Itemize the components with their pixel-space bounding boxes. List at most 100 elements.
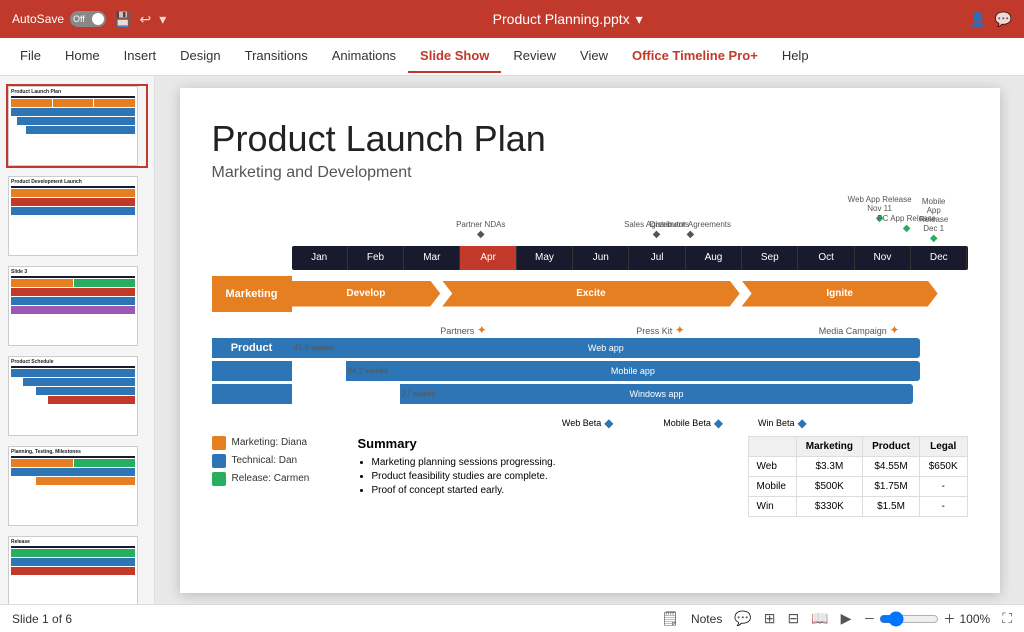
autosave-knob — [92, 13, 104, 25]
canvas-area[interactable]: Product Launch Plan Marketing and Develo… — [155, 76, 1024, 604]
comments-panel-icon[interactable]: 💬 — [734, 610, 751, 627]
summary-item-2: Product feasibility studies are complete… — [372, 471, 732, 482]
tab-officetimeline[interactable]: Office Timeline Pro+ — [620, 40, 770, 73]
dropdown-icon[interactable]: ▾ — [159, 11, 166, 28]
tab-insert[interactable]: Insert — [112, 40, 169, 73]
bottom-section: Marketing: Diana Technical: Dan Release:… — [212, 436, 968, 517]
tab-home[interactable]: Home — [53, 40, 112, 73]
filename-dropdown[interactable]: ▾ — [636, 11, 643, 28]
webapp-weeks: 45.6 weeks — [294, 343, 334, 352]
fit-to-window-icon[interactable]: ⛶ — [1002, 610, 1012, 627]
save-icon[interactable]: 💾 — [114, 11, 131, 28]
slideshow-icon[interactable]: ▶ — [841, 610, 852, 627]
autosave-area[interactable]: AutoSave Off — [12, 11, 106, 27]
annotation-mobileapp-release: Mobile App ReleaseDec 1 — [917, 197, 951, 244]
zoom-slider[interactable] — [879, 611, 939, 627]
slide-thumb-1[interactable]: 1 Product Launch Plan — [6, 84, 148, 168]
col-header-marketing: Marketing — [796, 436, 863, 456]
milestone-winbeta: Win Beta ◆ — [758, 416, 807, 430]
zoom-out-icon[interactable]: － — [863, 610, 875, 627]
notes-label[interactable]: Notes — [691, 612, 722, 626]
annotations-row: Partner NDAs Sales Agreements Distributo… — [292, 194, 968, 244]
share-icon[interactable]: 👤 — [969, 11, 986, 28]
milestone-mobilebeta: Mobile Beta ◆ — [663, 416, 723, 430]
row-web-marketing: $3.3M — [796, 456, 863, 476]
filename-label: Product Planning.pptx — [493, 11, 630, 27]
legend-release: Release: Carmen — [212, 472, 342, 486]
slide-thumb-4[interactable]: 4 Product Schedule — [6, 354, 148, 438]
notes-icon[interactable]: 🗒 — [661, 610, 679, 627]
month-feb: Feb — [348, 246, 404, 270]
comments-icon[interactable]: 💬 — [995, 11, 1012, 28]
zoom-in-icon[interactable]: ＋ — [943, 610, 955, 627]
timeline-container: Partner NDAs Sales Agreements Distributo… — [212, 194, 968, 426]
winapp-weeks: 27 weeks — [402, 389, 436, 398]
title-bar-icons: 👤 💬 — [969, 11, 1012, 28]
slide-thumb-6[interactable]: 6 Release — [6, 534, 148, 604]
product-label-area-3 — [212, 384, 292, 404]
legend-color-technical — [212, 454, 226, 468]
table-header-row: Marketing Product Legal — [748, 436, 967, 456]
legend-label-technical: Technical: Dan — [232, 455, 298, 466]
mobileapp-row: 34.2 weeks Mobile app — [212, 361, 968, 381]
row-win-product: $1.5M — [863, 496, 920, 516]
product-label-area-2 — [212, 361, 292, 381]
slide-thumb-5[interactable]: 5 Planning, Testing, Milestones — [6, 444, 148, 528]
product-label-2 — [212, 361, 292, 381]
legend-technical: Technical: Dan — [212, 454, 342, 468]
autosave-toggle[interactable]: Off — [70, 11, 106, 27]
slide-preview-4: Product Schedule — [8, 356, 138, 436]
month-jan: Jan — [292, 246, 348, 270]
tab-slideshow[interactable]: Slide Show — [408, 40, 501, 73]
normal-view-icon[interactable]: ⊞ — [764, 610, 776, 627]
marketing-milestones-row: Partners ✦ Press Kit ✦ Media Campaign ✦ — [292, 312, 968, 334]
slide-sorter-icon[interactable]: ⊟ — [788, 610, 800, 627]
tab-help[interactable]: Help — [770, 40, 821, 73]
slide-preview-6: Release — [8, 536, 138, 604]
bar-develop: Develop — [292, 281, 441, 307]
month-jul: Jul — [629, 246, 685, 270]
autosave-label: AutoSave — [12, 12, 64, 26]
presskit-icon: ✦ — [675, 323, 685, 337]
row-web-product: $4.55M — [863, 456, 920, 476]
annotation-distributor-agreements: Distributor Agreements — [650, 220, 731, 240]
mobileapp-bar-area: 34.2 weeks Mobile app — [292, 361, 968, 381]
tab-review[interactable]: Review — [501, 40, 568, 73]
tab-design[interactable]: Design — [168, 40, 232, 73]
month-mar: Mar — [404, 246, 460, 270]
row-label-web: Web — [748, 456, 796, 476]
webapp-row: Product 45.6 weeks Web app — [212, 338, 968, 358]
slide-preview-1: Product Launch Plan — [8, 86, 138, 166]
month-may: May — [517, 246, 573, 270]
slide-thumb-2[interactable]: 2 Product Development Launch — [6, 174, 148, 258]
product-section: Product 45.6 weeks Web app — [212, 338, 968, 426]
undo-icon[interactable]: ↩ — [139, 11, 151, 28]
col-header-product: Product — [863, 436, 920, 456]
legend: Marketing: Diana Technical: Dan Release:… — [212, 436, 342, 517]
marketing-label: Marketing — [212, 276, 292, 312]
winapp-row: 27 weeks Windows app — [212, 384, 968, 404]
col-header-legal: Legal — [919, 436, 967, 456]
product-label: Product — [212, 338, 292, 358]
marketing-bars: Develop Excite Ignite — [292, 276, 968, 312]
slide-thumb-3[interactable]: 3 Slide 3 — [6, 264, 148, 348]
reading-view-icon[interactable]: 📖 — [811, 610, 828, 627]
mobileapp-bar: 34.2 weeks Mobile app — [346, 361, 921, 381]
tab-view[interactable]: View — [568, 40, 620, 73]
slide-panel[interactable]: 1 Product Launch Plan — [0, 76, 155, 604]
slide-preview-2: Product Development Launch — [8, 176, 138, 256]
month-apr: Apr — [460, 246, 516, 270]
milestone-webbeta: Web Beta ◆ — [562, 416, 614, 430]
tab-animations[interactable]: Animations — [320, 40, 408, 73]
slide-info: Slide 1 of 6 — [12, 612, 72, 626]
month-nov: Nov — [855, 246, 911, 270]
tab-transitions[interactable]: Transitions — [233, 40, 320, 73]
row-win-marketing: $330K — [796, 496, 863, 516]
legend-label-release: Release: Carmen — [232, 473, 310, 484]
winapp-bar-area: 27 weeks Windows app — [292, 384, 968, 404]
slide-canvas: Product Launch Plan Marketing and Develo… — [180, 88, 1000, 593]
winapp-bar: 27 weeks Windows app — [400, 384, 914, 404]
month-dec: Dec — [911, 246, 967, 270]
row-label-mobile: Mobile — [748, 476, 796, 496]
tab-file[interactable]: File — [8, 40, 53, 73]
